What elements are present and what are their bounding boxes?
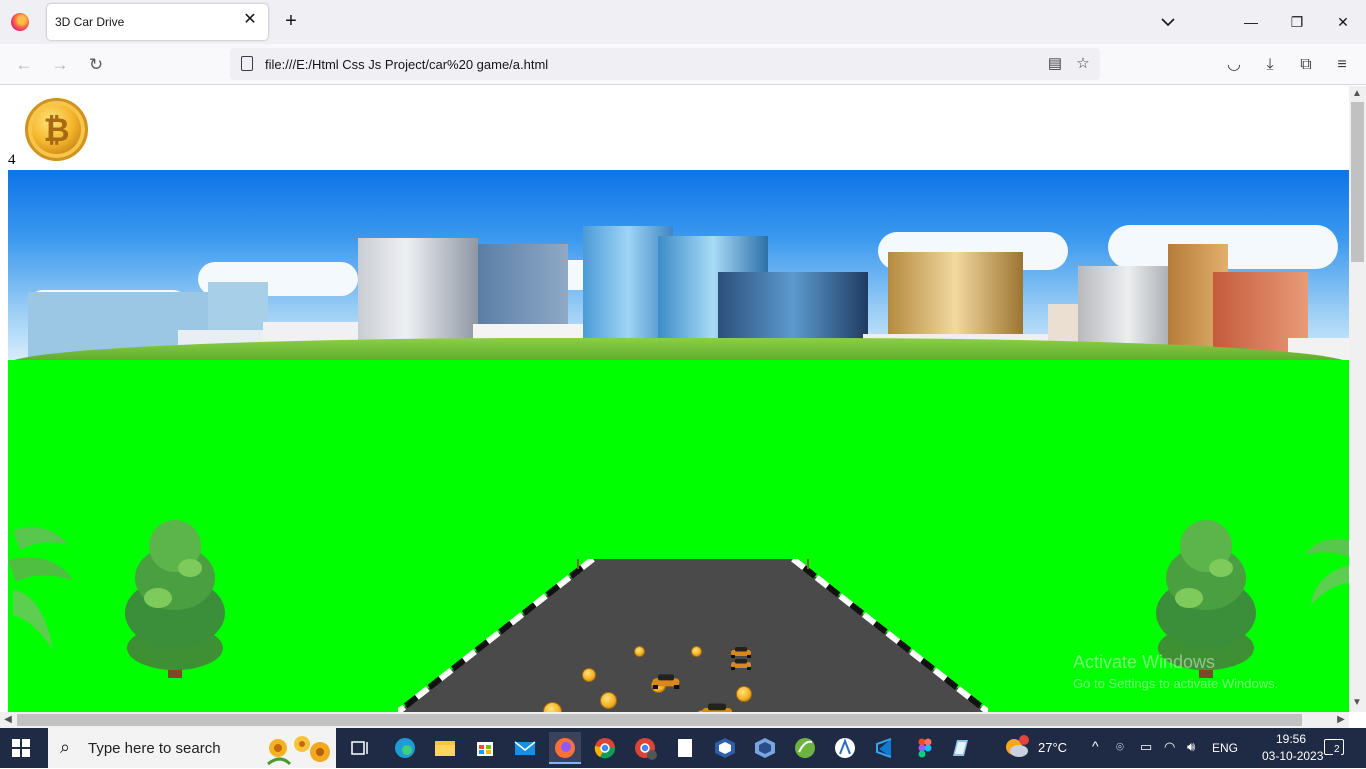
meet-now-icon[interactable]: ⌾	[1116, 739, 1124, 755]
temperature[interactable]: 27°C	[1038, 740, 1067, 755]
mail-icon[interactable]	[509, 732, 541, 764]
reload-button[interactable]: ↻	[84, 53, 108, 77]
tab-close-icon[interactable]: ✕	[240, 10, 260, 30]
search-placeholder: Type here to search	[88, 740, 221, 757]
search-icon: ⌕	[60, 737, 71, 757]
back-button[interactable]: ←	[12, 53, 36, 77]
volume-icon[interactable]: 🔊︎	[1187, 739, 1195, 755]
page-viewport: ₿ 4 Activate Windows Go to Settings to a…	[0, 86, 1349, 712]
close-window-button[interactable]: ✕	[1329, 10, 1357, 34]
coin-icon	[736, 686, 752, 702]
figma-icon[interactable]	[909, 732, 941, 764]
tab-active[interactable]: 3D Car Drive ✕	[47, 4, 268, 40]
leaf-app-icon[interactable]	[789, 732, 821, 764]
coin-icon	[691, 646, 702, 657]
forward-button[interactable]: →	[48, 53, 72, 77]
task-view-icon[interactable]	[344, 732, 376, 764]
palm-tree-left-icon	[8, 527, 73, 650]
clock-date[interactable]: 03-10-2023	[1262, 749, 1323, 763]
bitcoin-coin-icon: ₿	[25, 98, 88, 161]
tab-bar: 3D Car Drive ✕ + — ❐ ✕	[0, 0, 1366, 44]
city-skyline-background	[8, 170, 1349, 362]
chrome-profile-icon[interactable]	[629, 732, 661, 764]
downloads-icon[interactable]: ⤓	[1258, 53, 1282, 77]
windows-taskbar: ⌕ Type here to search 27°C ^ ⌾ ▭ ◠ 🔊︎ EN…	[0, 728, 1366, 768]
coin-icon	[582, 668, 596, 682]
show-hidden-icons-icon[interactable]: ^	[1092, 738, 1099, 754]
tab-title: 3D Car Drive	[55, 15, 125, 29]
edge-icon[interactable]	[389, 732, 421, 764]
horizontal-scroll-thumb[interactable]	[17, 714, 1302, 726]
navigation-bar: ← → ↻ file:///E:/Html Css Js Project/car…	[0, 44, 1366, 85]
wifi-icon[interactable]: ◠	[1164, 739, 1175, 755]
list-all-tabs-icon[interactable]	[1158, 12, 1178, 32]
document-app-icon[interactable]	[944, 732, 976, 764]
scroll-down-arrow-icon[interactable]: ▼	[1349, 695, 1365, 711]
notification-count: 2	[1333, 744, 1341, 755]
windows-start-icon[interactable]	[12, 739, 30, 757]
url-text[interactable]: file:///E:/Html Css Js Project/car%20 ga…	[265, 57, 548, 72]
vertical-scroll-thumb[interactable]	[1351, 102, 1364, 262]
opponent-car-icon	[731, 647, 751, 658]
file-explorer-icon[interactable]	[429, 732, 461, 764]
activation-watermark-subtitle: Go to Settings to activate Windows.	[1073, 676, 1279, 691]
scroll-up-arrow-icon[interactable]: ▲	[1349, 86, 1365, 102]
android-studio-icon[interactable]	[829, 732, 861, 764]
cube-app-icon[interactable]	[749, 732, 781, 764]
address-bar[interactable]: file:///E:/Html Css Js Project/car%20 ga…	[230, 48, 1100, 80]
opponent-car-icon	[652, 674, 680, 689]
coin-icon	[634, 646, 645, 657]
language-indicator[interactable]: ENG	[1212, 741, 1238, 755]
virtualbox-icon[interactable]	[709, 732, 741, 764]
firefox-taskbar-icon[interactable]	[549, 732, 581, 764]
minimize-button[interactable]: —	[1237, 10, 1265, 34]
bookmark-star-icon[interactable]: ☆	[1073, 54, 1093, 74]
vscode-icon[interactable]	[869, 732, 901, 764]
clock-time[interactable]: 19:56	[1276, 732, 1306, 746]
road	[398, 559, 988, 712]
score-counter: 4	[8, 152, 16, 168]
pocket-icon[interactable]: ◡	[1222, 53, 1246, 77]
chrome-icon[interactable]	[589, 732, 621, 764]
coin-icon	[600, 692, 617, 709]
opponent-car-icon	[731, 659, 751, 670]
horizontal-scrollbar[interactable]: ◀ ▶	[0, 712, 1349, 728]
firefox-icon[interactable]	[11, 13, 29, 31]
page-icon	[241, 56, 253, 71]
reader-view-icon[interactable]: ▤	[1045, 54, 1065, 74]
palm-tree-right-icon	[1305, 539, 1349, 605]
scroll-right-arrow-icon[interactable]: ▶	[1333, 712, 1349, 728]
notepad-icon[interactable]	[669, 732, 701, 764]
battery-icon[interactable]: ▭	[1140, 739, 1152, 755]
weather-icon[interactable]	[1004, 735, 1030, 759]
menu-icon[interactable]: ≡	[1330, 53, 1354, 77]
new-tab-button[interactable]: +	[280, 10, 302, 32]
opponent-car-icon	[702, 703, 732, 712]
tree-left-icon	[125, 520, 225, 678]
taskbar-search-box[interactable]: ⌕ Type here to search	[48, 728, 336, 768]
flowers-icon	[267, 736, 330, 766]
game-scene[interactable]	[8, 170, 1349, 712]
extensions-icon[interactable]: ⧉	[1294, 53, 1318, 77]
notification-center-icon[interactable]: 2	[1324, 739, 1344, 755]
restore-button[interactable]: ❐	[1283, 10, 1311, 34]
store-icon[interactable]	[469, 732, 501, 764]
scroll-left-arrow-icon[interactable]: ◀	[0, 712, 16, 728]
activation-watermark-title: Activate Windows	[1073, 652, 1216, 672]
vertical-scrollbar[interactable]: ▲ ▼	[1349, 86, 1366, 712]
